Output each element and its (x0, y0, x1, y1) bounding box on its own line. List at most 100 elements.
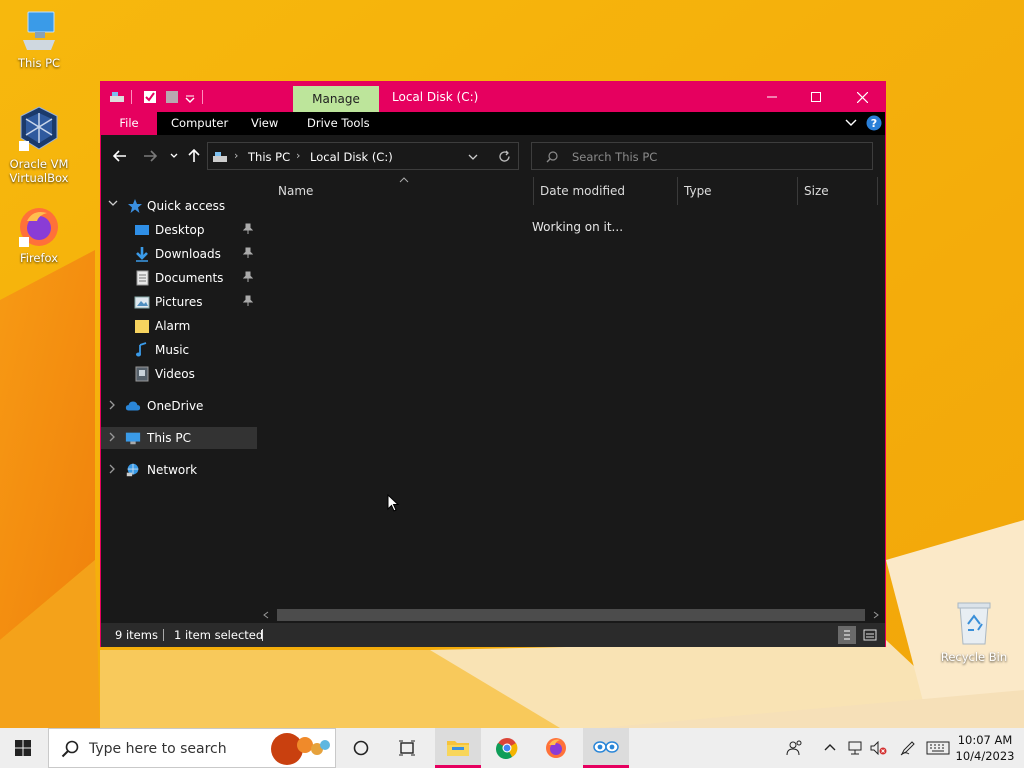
virtualbox-icon (19, 106, 58, 151)
column-divider[interactable] (677, 177, 678, 205)
forward-arrow-icon (144, 150, 157, 162)
file-list[interactable]: Name Date modified Type Size Working on … (259, 177, 885, 623)
ribbon-tab-bar: File Computer View Drive Tools ? (101, 112, 885, 135)
column-header-size[interactable]: Size (804, 177, 829, 205)
nav-alarm[interactable]: Alarm (101, 315, 257, 337)
chevron-right-icon[interactable] (108, 432, 116, 442)
nav-pictures[interactable]: Pictures (101, 291, 257, 313)
this-pc-desktop-icon[interactable]: This PC (1, 10, 77, 70)
chevron-down-icon[interactable] (108, 200, 118, 208)
touch-keyboard-icon[interactable] (926, 741, 950, 755)
tab-computer[interactable]: Computer (171, 112, 228, 135)
help-icon[interactable]: ? (866, 115, 882, 131)
status-bar: 9 items 1 item selected (101, 623, 885, 647)
search-highlight-planets-icon (271, 733, 330, 765)
volume-muted-icon[interactable] (870, 741, 888, 755)
task-view-button[interactable] (384, 728, 430, 768)
nav-onedrive[interactable]: OneDrive (101, 395, 257, 417)
pin-icon[interactable] (243, 247, 253, 259)
taskbar-clock[interactable]: 10:07 AM 10/4/2023 (950, 732, 1020, 764)
chevron-right-icon[interactable] (108, 400, 116, 410)
expand-ribbon-icon[interactable] (845, 119, 857, 127)
nav-desktop[interactable]: Desktop (101, 219, 257, 241)
up-button[interactable] (185, 147, 203, 165)
drive-icon (110, 92, 124, 102)
column-header-date-modified[interactable]: Date modified (540, 177, 625, 205)
firefox-desktop-icon[interactable]: Firefox (1, 205, 77, 265)
properties-icon[interactable] (143, 90, 157, 104)
back-arrow-icon (113, 150, 126, 162)
close-button[interactable] (839, 82, 885, 112)
title-bar[interactable]: Manage Local Disk (C:) (101, 82, 885, 112)
eyes-app-icon (593, 740, 619, 753)
address-history-icon[interactable] (468, 154, 478, 160)
nav-quick-access[interactable]: Quick access (101, 195, 257, 217)
chevron-right-icon[interactable] (108, 464, 116, 474)
recycle-bin-desktop-icon[interactable]: Recycle Bin (936, 600, 1012, 664)
back-button[interactable] (111, 147, 129, 165)
taskbar-file-explorer[interactable] (435, 728, 481, 768)
nav-network[interactable]: Network (101, 459, 257, 481)
maximize-button[interactable] (793, 82, 839, 112)
search-field[interactable]: Search This PC (531, 142, 873, 170)
people-icon[interactable] (786, 740, 804, 756)
taskbar-firefox[interactable] (533, 728, 579, 768)
scrollbar-thumb[interactable] (277, 609, 865, 621)
pin-icon[interactable] (243, 223, 253, 235)
star-icon (128, 199, 142, 213)
taskbar-eye-app[interactable] (583, 728, 629, 768)
network-status-icon[interactable] (846, 741, 864, 755)
onedrive-cloud-icon (125, 401, 141, 411)
cortana-button[interactable] (338, 728, 384, 768)
taskbar-search-box[interactable]: Type here to search (48, 728, 336, 768)
nav-downloads[interactable]: Downloads (101, 243, 257, 265)
column-header-type[interactable]: Type (684, 177, 712, 205)
computer-icon (125, 432, 141, 445)
show-hidden-icons-icon[interactable] (824, 743, 836, 751)
column-divider[interactable] (797, 177, 798, 205)
scroll-left-icon[interactable] (263, 611, 269, 619)
cortana-icon (353, 740, 369, 756)
pin-icon[interactable] (243, 271, 253, 283)
minimize-icon (767, 96, 777, 98)
window-title: Local Disk (C:) (392, 90, 479, 104)
music-folder-icon (136, 342, 147, 357)
virtualbox-desktop-icon[interactable]: Oracle VM VirtualBox (1, 105, 77, 185)
recycle-bin-icon (957, 602, 991, 645)
horizontal-scrollbar[interactable] (259, 607, 885, 623)
pin-icon[interactable] (243, 295, 253, 307)
chevron-down-icon (170, 153, 178, 158)
nav-documents[interactable]: Documents (101, 267, 257, 289)
column-divider[interactable] (533, 177, 534, 205)
up-arrow-icon (188, 149, 200, 162)
close-icon (856, 91, 868, 103)
qat-customize-icon[interactable] (185, 90, 195, 104)
pen-workspace-icon[interactable] (900, 740, 916, 756)
breadcrumb-local-disk[interactable]: Local Disk (C:) (310, 150, 393, 164)
details-view-button[interactable] (838, 626, 856, 644)
nav-videos[interactable]: Videos (101, 363, 257, 385)
status-divider (163, 629, 164, 641)
manage-tab[interactable]: Manage (293, 86, 379, 112)
forward-button[interactable] (141, 147, 159, 165)
recent-locations-button[interactable] (165, 147, 183, 165)
tab-file[interactable]: File (101, 112, 157, 135)
breadcrumb-this-pc[interactable]: This PC (248, 150, 290, 164)
nav-music[interactable]: Music (101, 339, 257, 361)
tab-drive-tools[interactable]: Drive Tools (307, 112, 370, 135)
nav-this-pc[interactable]: This PC (101, 427, 257, 449)
chrome-icon (496, 738, 518, 759)
file-explorer-icon (447, 740, 469, 756)
address-field[interactable]: › This PC › Local Disk (C:) (207, 142, 519, 170)
tab-view[interactable]: View (251, 112, 278, 135)
refresh-icon[interactable] (498, 150, 511, 163)
minimize-button[interactable] (749, 82, 795, 112)
start-button[interactable] (0, 728, 46, 768)
scroll-right-icon[interactable] (873, 611, 879, 619)
taskbar-chrome[interactable] (484, 728, 530, 768)
column-divider[interactable] (877, 177, 878, 205)
large-icons-view-button[interactable] (861, 626, 879, 644)
clock-time: 10:07 AM (957, 733, 1013, 747)
column-header-name[interactable]: Name (278, 177, 313, 205)
new-folder-icon[interactable] (165, 90, 179, 104)
